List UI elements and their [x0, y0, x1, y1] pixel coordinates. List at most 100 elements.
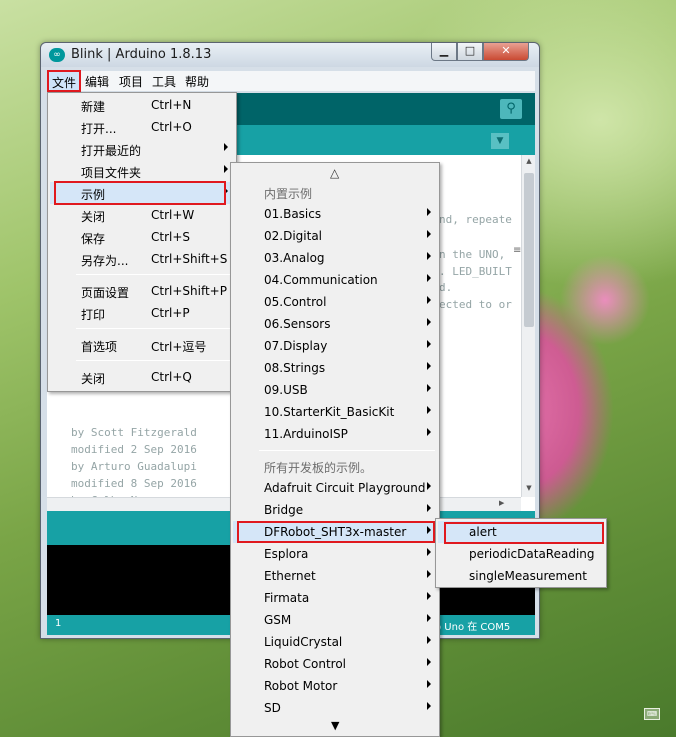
submenu-arrow-icon	[427, 636, 431, 644]
menu-file-label: 文件	[52, 76, 77, 90]
menu-item-print[interactable]: 打印 Ctrl+P	[50, 302, 234, 324]
submenu-item-single[interactable]: singleMeasurement	[438, 565, 604, 587]
submenu-item-periodic[interactable]: periodicDataReading	[438, 543, 604, 565]
example-lib-liquidcrystal[interactable]: LiquidCrystal	[233, 631, 437, 653]
keyboard-icon[interactable]: ⌨	[644, 708, 660, 720]
example-lib-bridge[interactable]: Bridge	[233, 499, 437, 521]
example-01-basics[interactable]: 01.Basics	[233, 203, 437, 225]
menu-scroll-down-icon[interactable]: ▼	[331, 719, 339, 732]
submenu-arrow-icon	[427, 318, 431, 326]
code-fragment: d.	[439, 281, 453, 294]
code-line: modified 8 Sep 2016	[71, 477, 197, 490]
alert-highlight-box	[444, 522, 604, 544]
close-button[interactable]: ✕	[483, 43, 529, 61]
title-bar[interactable]: ∞ Blink | Arduino 1.8.13 ▁ □ ✕	[41, 43, 539, 67]
example-07-display[interactable]: 07.Display	[233, 335, 437, 357]
menu-separator	[259, 450, 435, 451]
example-08-strings[interactable]: 08.Strings	[233, 357, 437, 379]
submenu-arrow-icon	[427, 274, 431, 282]
submenu-arrow-icon	[427, 570, 431, 578]
submenu-arrow-icon	[224, 143, 228, 151]
code-fragment: . LED_BUILT	[439, 265, 512, 278]
menu-help[interactable]: 帮助	[185, 73, 209, 90]
example-05-control[interactable]: 05.Control	[233, 291, 437, 313]
submenu-arrow-icon	[427, 614, 431, 622]
menu-item-save-as[interactable]: 另存为... Ctrl+Shift+S	[50, 248, 234, 270]
submenu-arrow-icon	[427, 384, 431, 392]
vertical-scrollbar[interactable]: ▲ ▼	[521, 155, 535, 497]
submenu-arrow-icon	[427, 658, 431, 666]
code-line: modified 2 Sep 2016	[71, 443, 197, 456]
example-lib-firmata[interactable]: Firmata	[233, 587, 437, 609]
menu-separator	[76, 274, 232, 275]
scroll-down-icon[interactable]: ▼	[522, 484, 536, 492]
menu-bar: 文件 编辑 项目 工具 帮助	[47, 71, 535, 91]
menu-item-new[interactable]: 新建 Ctrl+N	[50, 94, 234, 116]
menu-item-save[interactable]: 保存 Ctrl+S	[50, 226, 234, 248]
submenu-arrow-icon	[427, 230, 431, 238]
example-06-sensors[interactable]: 06.Sensors	[233, 313, 437, 335]
menu-item-open-recent[interactable]: 打开最近的	[50, 138, 234, 160]
submenu-arrow-icon	[427, 702, 431, 710]
examples-highlight-box	[54, 181, 226, 205]
example-11-arduinoisp[interactable]: 11.ArduinoISP	[233, 423, 437, 445]
submenu-arrow-icon	[427, 548, 431, 556]
menu-tools[interactable]: 工具	[152, 73, 176, 90]
examples-menu: △ 内置示例 01.Basics 02.Digital 03.Analog 04…	[230, 162, 440, 737]
dfrobot-highlight-box	[237, 521, 435, 543]
scroll-up-icon[interactable]: ▲	[522, 157, 536, 165]
menu-sketch[interactable]: 项目	[119, 73, 143, 90]
dfrobot-submenu: alert periodicDataReading singleMeasurem…	[435, 518, 607, 588]
minimize-button[interactable]: ▁	[431, 43, 457, 61]
tab-menu-chevron-down-icon[interactable]: ▼	[491, 133, 509, 149]
window-title: Blink | Arduino 1.8.13	[71, 47, 212, 62]
menu-item-sketchbook[interactable]: 项目文件夹	[50, 160, 234, 182]
submenu-arrow-icon	[427, 680, 431, 688]
menu-file-highlight[interactable]: 文件	[47, 70, 81, 92]
example-lib-sd[interactable]: SD	[233, 697, 437, 719]
menu-item-open[interactable]: 打开... Ctrl+O	[50, 116, 234, 138]
example-09-usb[interactable]: 09.USB	[233, 379, 437, 401]
code-fragment: n the UNO,	[439, 248, 506, 261]
example-02-digital[interactable]: 02.Digital	[233, 225, 437, 247]
submenu-arrow-icon	[427, 428, 431, 436]
board-examples-header: 所有开发板的示例。	[264, 461, 373, 475]
submenu-arrow-icon	[427, 208, 431, 216]
code-fragment: ected to or	[439, 298, 512, 311]
menu-item-page-setup[interactable]: 页面设置 Ctrl+Shift+P	[50, 280, 234, 302]
file-menu: 新建 Ctrl+N 打开... Ctrl+O 打开最近的 项目文件夹 示例 关闭…	[47, 92, 237, 392]
submenu-arrow-icon	[427, 252, 431, 260]
code-fragment: nd, repeate	[439, 213, 512, 226]
submenu-arrow-icon	[427, 504, 431, 512]
code-line: by Arturo Guadalupi	[71, 460, 197, 473]
menu-scroll-up-icon[interactable]: △	[330, 166, 339, 180]
example-04-communication[interactable]: 04.Communication	[233, 269, 437, 291]
submenu-arrow-icon	[427, 482, 431, 490]
example-lib-adafruit[interactable]: Adafruit Circuit Playground	[233, 477, 437, 499]
submenu-arrow-icon	[427, 406, 431, 414]
builtin-examples-header: 内置示例	[264, 187, 313, 201]
submenu-arrow-icon	[224, 165, 228, 173]
example-lib-robot-control[interactable]: Robot Control	[233, 653, 437, 675]
example-lib-esplora[interactable]: Esplora	[233, 543, 437, 565]
example-03-analog[interactable]: 03.Analog	[233, 247, 437, 269]
scroll-right-icon[interactable]: ▶	[499, 499, 504, 507]
menu-item-preferences[interactable]: 首选项 Ctrl+逗号	[50, 334, 234, 356]
board-port-status: o Uno 在 COM5	[435, 622, 511, 633]
serial-monitor-icon[interactable]: ⚲	[500, 99, 522, 119]
menu-item-close[interactable]: 关闭 Ctrl+W	[50, 204, 234, 226]
submenu-arrow-icon	[427, 592, 431, 600]
example-lib-ethernet[interactable]: Ethernet	[233, 565, 437, 587]
menu-edit[interactable]: 编辑	[85, 73, 109, 90]
submenu-arrow-icon	[427, 340, 431, 348]
vertical-scroll-thumb[interactable]	[524, 173, 534, 327]
line-number: 1	[55, 618, 62, 629]
example-lib-gsm[interactable]: GSM	[233, 609, 437, 631]
example-10-starterkit[interactable]: 10.StarterKit_BasicKit	[233, 401, 437, 423]
maximize-button[interactable]: □	[457, 43, 483, 61]
menu-item-quit[interactable]: 关闭 Ctrl+Q	[50, 366, 234, 388]
code-line: by Scott Fitzgerald	[71, 426, 197, 439]
example-lib-robot-motor[interactable]: Robot Motor	[233, 675, 437, 697]
submenu-arrow-icon	[427, 296, 431, 304]
menu-separator	[76, 328, 232, 329]
